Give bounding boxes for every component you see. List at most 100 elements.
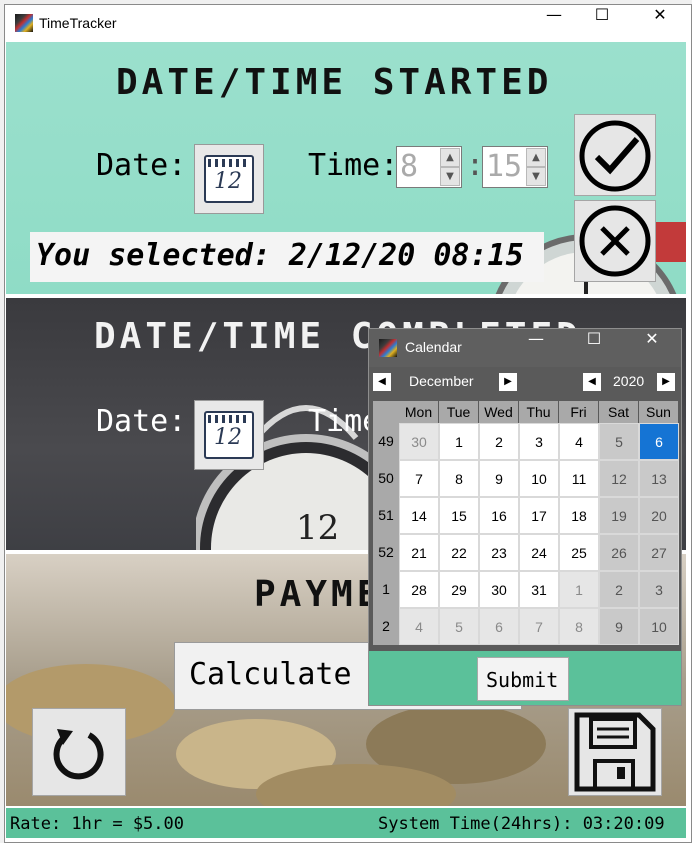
- day-cell[interactable]: 7: [399, 460, 439, 497]
- day-cell[interactable]: 10: [639, 608, 679, 645]
- status-bar: Rate: 1hr = $5.00 System Time(24hrs): 03…: [6, 808, 686, 838]
- selected-datetime-text: You selected: 2/12/20 08:15: [36, 238, 524, 273]
- close-button[interactable]: ✕: [637, 5, 683, 43]
- day-cell[interactable]: 27: [639, 534, 679, 571]
- end-date-picker-button[interactable]: 12: [194, 400, 264, 470]
- week-number: 2: [373, 608, 399, 645]
- day-cell[interactable]: 10: [519, 460, 559, 497]
- day-cell[interactable]: 13: [639, 460, 679, 497]
- weekday-header: Fri: [559, 401, 598, 423]
- prev-month-icon[interactable]: ◀: [373, 373, 391, 391]
- day-cell[interactable]: 1: [559, 571, 599, 608]
- month-label: December: [409, 373, 474, 389]
- hour-up-arrow-icon[interactable]: ▲: [440, 148, 460, 167]
- start-date-picker-button[interactable]: 12: [194, 144, 264, 214]
- day-cell[interactable]: 4: [399, 608, 439, 645]
- calculate-label: Calculate: [189, 657, 352, 692]
- weekday-header: Mon: [399, 401, 438, 423]
- day-cell[interactable]: 16: [479, 497, 519, 534]
- day-cell[interactable]: 20: [639, 497, 679, 534]
- day-cell[interactable]: 1: [439, 423, 479, 460]
- rate-text: Rate: 1hr = $5.00: [10, 814, 184, 834]
- day-cell[interactable]: 28: [399, 571, 439, 608]
- week-number: 49: [373, 423, 399, 460]
- calendar-icon: 12: [204, 411, 254, 459]
- day-cell[interactable]: 17: [519, 497, 559, 534]
- day-cell[interactable]: 30: [479, 571, 519, 608]
- close-circle-icon: [579, 205, 651, 277]
- weekday-header: Tue: [439, 401, 478, 423]
- started-panel: DATE/TIME STARTED Date: 12 Time: 8 ▲ ▼ :…: [6, 42, 686, 294]
- submit-button[interactable]: Submit: [477, 657, 569, 701]
- week-number: 1: [373, 571, 399, 608]
- day-cell[interactable]: 6: [479, 608, 519, 645]
- reset-button[interactable]: [32, 708, 126, 796]
- day-cell[interactable]: 26: [599, 534, 639, 571]
- clock-face-digits: 12: [296, 508, 340, 548]
- calendar-minimize-button[interactable]: —: [513, 329, 559, 367]
- app-icon: [379, 339, 397, 357]
- minimize-button[interactable]: —: [531, 5, 577, 43]
- calendar-footer: Submit: [369, 651, 681, 705]
- day-cell[interactable]: 8: [439, 460, 479, 497]
- day-cell[interactable]: 25: [559, 534, 599, 571]
- maximize-button[interactable]: ☐: [579, 5, 625, 43]
- system-time-text: System Time(24hrs): 03:20:09: [378, 814, 665, 834]
- started-heading: DATE/TIME STARTED: [116, 62, 553, 103]
- day-cell[interactable]: 31: [519, 571, 559, 608]
- start-minute-spinbox[interactable]: 15 ▲ ▼: [482, 146, 548, 188]
- confirm-button[interactable]: [574, 114, 656, 196]
- calendar-title-bar[interactable]: Calendar — ☐ ✕: [369, 329, 681, 367]
- hour-down-arrow-icon[interactable]: ▼: [440, 167, 460, 186]
- year-label: 2020: [613, 373, 645, 389]
- window-title: TimeTracker: [39, 15, 117, 31]
- start-time-label: Time:: [308, 148, 399, 183]
- day-cell[interactable]: 12: [599, 460, 639, 497]
- day-cell[interactable]: 3: [519, 423, 559, 460]
- day-cell[interactable]: 15: [439, 497, 479, 534]
- title-bar[interactable]: TimeTracker — ☐ ✕: [5, 5, 691, 43]
- cancel-button[interactable]: [574, 200, 656, 282]
- day-cell[interactable]: 2: [599, 571, 639, 608]
- day-cell[interactable]: 30: [399, 423, 439, 460]
- calendar-grid: Mon Tue Wed Thu Fri Sat Sun 49 30 1 2 3 4 5 6 50 7 8 9 10 11…: [373, 401, 679, 649]
- end-date-label: Date:: [96, 404, 187, 439]
- save-button[interactable]: [568, 708, 662, 796]
- weekday-header: Thu: [519, 401, 558, 423]
- week-number: 52: [373, 534, 399, 571]
- next-month-icon[interactable]: ▶: [499, 373, 517, 391]
- day-cell[interactable]: 19: [599, 497, 639, 534]
- day-cell[interactable]: 11: [559, 460, 599, 497]
- day-cell[interactable]: 5: [439, 608, 479, 645]
- day-cell[interactable]: 7: [519, 608, 559, 645]
- day-cell[interactable]: 23: [479, 534, 519, 571]
- floppy-disk-icon: [574, 712, 656, 792]
- day-cell[interactable]: 9: [599, 608, 639, 645]
- prev-year-icon[interactable]: ◀: [583, 373, 601, 391]
- minute-down-arrow-icon[interactable]: ▼: [526, 167, 546, 186]
- day-cell[interactable]: 4: [559, 423, 599, 460]
- day-cell[interactable]: 3: [639, 571, 679, 608]
- start-hour-value: 8: [400, 149, 419, 184]
- week-number: 50: [373, 460, 399, 497]
- day-cell[interactable]: 5: [599, 423, 639, 460]
- weekday-header: Sat: [599, 401, 638, 423]
- refresh-icon: [53, 729, 104, 780]
- week-number: 51: [373, 497, 399, 534]
- calendar-maximize-button[interactable]: ☐: [571, 329, 617, 367]
- day-cell[interactable]: 14: [399, 497, 439, 534]
- start-hour-spinbox[interactable]: 8 ▲ ▼: [396, 146, 462, 188]
- day-cell[interactable]: 21: [399, 534, 439, 571]
- day-cell[interactable]: 9: [479, 460, 519, 497]
- day-cell[interactable]: 2: [479, 423, 519, 460]
- minute-up-arrow-icon[interactable]: ▲: [526, 148, 546, 167]
- day-cell[interactable]: 24: [519, 534, 559, 571]
- next-year-icon[interactable]: ▶: [657, 373, 675, 391]
- calendar-close-button[interactable]: ✕: [629, 329, 675, 367]
- selected-day-cell[interactable]: 6: [639, 423, 679, 460]
- day-cell[interactable]: 18: [559, 497, 599, 534]
- calendar-title: Calendar: [405, 339, 462, 355]
- day-cell[interactable]: 22: [439, 534, 479, 571]
- day-cell[interactable]: 8: [559, 608, 599, 645]
- day-cell[interactable]: 29: [439, 571, 479, 608]
